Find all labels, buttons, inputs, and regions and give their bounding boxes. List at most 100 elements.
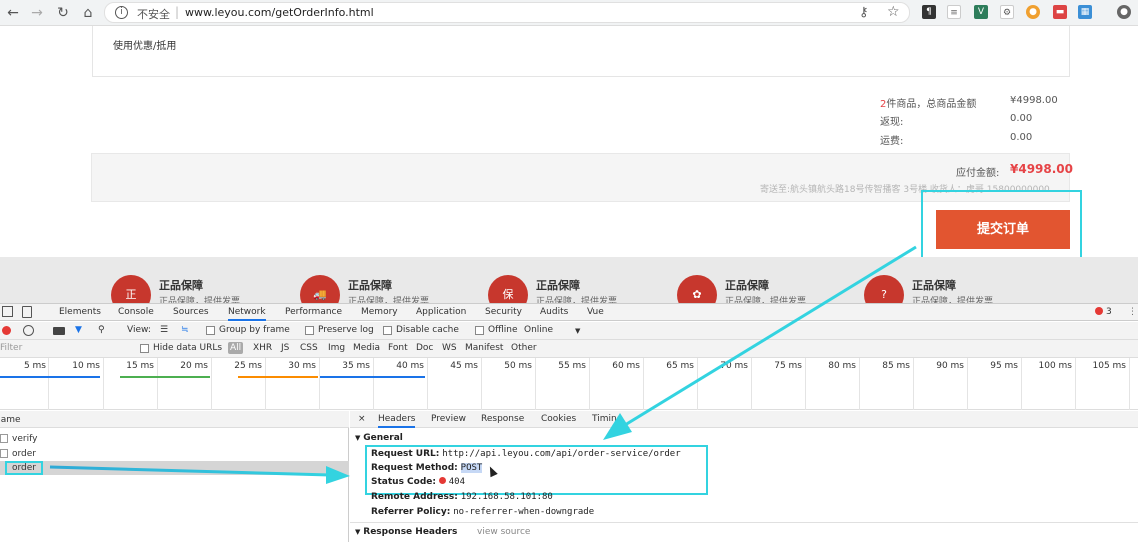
error-icon[interactable] bbox=[1095, 307, 1103, 315]
grid-line bbox=[913, 358, 914, 410]
large-rows-icon[interactable]: ☰ bbox=[160, 325, 168, 335]
clear-icon[interactable] bbox=[23, 325, 34, 336]
back-icon[interactable]: ← bbox=[4, 4, 22, 22]
response-headers-toggle[interactable]: ▼ Response Headers bbox=[355, 527, 457, 537]
offline-checkbox[interactable] bbox=[475, 326, 484, 335]
camera-icon[interactable] bbox=[53, 327, 65, 335]
tab-timing[interactable]: Timing bbox=[592, 414, 622, 424]
general-section-toggle[interactable]: ▼ General bbox=[355, 433, 403, 443]
grid-line bbox=[211, 358, 212, 410]
referrer-policy-label: Referrer Policy: bbox=[371, 507, 451, 517]
submit-order-button[interactable]: 提交订单 bbox=[936, 210, 1070, 249]
close-icon[interactable]: × bbox=[358, 414, 366, 424]
address-bar[interactable]: i 不安全 | www.leyou.com/getOrderInfo.html … bbox=[104, 2, 910, 23]
extension-icon[interactable]: ≡ bbox=[947, 5, 961, 19]
filter-type-manifest[interactable]: Manifest bbox=[465, 343, 503, 353]
url-text[interactable]: www.leyou.com/getOrderInfo.html bbox=[185, 6, 374, 19]
request-row-verify[interactable]: verify bbox=[12, 434, 37, 444]
grid-line bbox=[319, 358, 320, 410]
record-icon[interactable] bbox=[2, 326, 11, 335]
filter-type-css[interactable]: CSS bbox=[300, 343, 318, 353]
grid-line bbox=[751, 358, 752, 410]
tab-preview[interactable]: Preview bbox=[431, 414, 466, 424]
remote-address-row: Remote Address: 192.168.58.101:80 bbox=[371, 492, 553, 502]
shield-icon: 保 bbox=[488, 275, 528, 303]
disable-cache-checkbox[interactable] bbox=[383, 326, 392, 335]
filter-type-img[interactable]: Img bbox=[328, 343, 345, 353]
inspect-icon[interactable] bbox=[2, 306, 13, 317]
tab-response[interactable]: Response bbox=[481, 414, 524, 424]
view-source-link[interactable]: view source bbox=[477, 527, 530, 537]
request-row-order-selected[interactable]: order bbox=[12, 463, 36, 473]
timeline-tick: 55 ms bbox=[558, 361, 586, 371]
filter-type-xhr[interactable]: XHR bbox=[253, 343, 272, 353]
name-column-header[interactable]: Name bbox=[0, 415, 21, 425]
filter-type-doc[interactable]: Doc bbox=[416, 343, 433, 353]
tab-memory[interactable]: Memory bbox=[361, 307, 398, 317]
tab-console[interactable]: Console bbox=[118, 307, 154, 317]
timeline-tick: 15 ms bbox=[126, 361, 154, 371]
preserve-log-checkbox[interactable] bbox=[305, 326, 314, 335]
forward-icon[interactable]: → bbox=[28, 4, 46, 22]
home-icon[interactable]: ⌂ bbox=[79, 4, 97, 22]
star-icon[interactable]: ☆ bbox=[887, 4, 900, 20]
divider bbox=[350, 522, 1138, 523]
reload-icon[interactable]: ↻ bbox=[54, 4, 72, 22]
network-toolbar: ▼ ⚲ View: ☰ ≒ Group by frame Preserve lo… bbox=[0, 322, 1138, 340]
waterfall-icon[interactable]: ≒ bbox=[181, 325, 189, 335]
info-icon[interactable]: i bbox=[115, 6, 128, 19]
tab-network[interactable]: Network bbox=[228, 307, 266, 321]
chevron-down-icon[interactable]: ▼ bbox=[575, 327, 580, 335]
referrer-policy-row: Referrer Policy: no-referrer-when-downgr… bbox=[371, 507, 594, 517]
tab-sources[interactable]: Sources bbox=[173, 307, 209, 317]
filter-type-js[interactable]: JS bbox=[281, 343, 289, 353]
hide-data-urls-checkbox[interactable] bbox=[140, 344, 149, 353]
vue-devtools-icon[interactable]: V bbox=[974, 5, 988, 19]
timeline-tick: 45 ms bbox=[450, 361, 478, 371]
throttling-select[interactable]: Online bbox=[524, 325, 553, 335]
request-row-order[interactable]: order bbox=[12, 449, 36, 459]
network-timeline[interactable]: 5 ms 10 ms 15 ms 20 ms 25 ms 30 ms 35 ms… bbox=[0, 358, 1138, 410]
filter-type-all[interactable]: All bbox=[228, 342, 244, 354]
key-icon[interactable]: ⚷ bbox=[859, 5, 869, 20]
filter-input[interactable]: Filter bbox=[0, 343, 22, 353]
tab-elements[interactable]: Elements bbox=[59, 307, 101, 317]
tab-audits[interactable]: Audits bbox=[540, 307, 568, 317]
group-by-frame-checkbox[interactable] bbox=[206, 326, 215, 335]
timeline-tick: 85 ms bbox=[882, 361, 910, 371]
more-options-icon[interactable]: ⋮ bbox=[1128, 307, 1137, 317]
promo-subtitle: 正品保障，提供发票 bbox=[159, 297, 241, 303]
tab-application[interactable]: Application bbox=[416, 307, 466, 317]
filter-icon[interactable]: ▼ bbox=[75, 325, 82, 335]
selected-row[interactable] bbox=[0, 461, 349, 475]
tab-performance[interactable]: Performance bbox=[285, 307, 342, 317]
filter-type-font[interactable]: Font bbox=[388, 343, 408, 353]
timeline-tick: 70 ms bbox=[720, 361, 748, 371]
timeline-tick: 5 ms bbox=[23, 361, 46, 371]
tab-headers[interactable]: Headers bbox=[378, 414, 416, 428]
device-toolbar-icon[interactable] bbox=[22, 306, 32, 318]
error-count[interactable]: 3 bbox=[1106, 307, 1112, 317]
promo-item: 🚚 正品保障 正品保障，提供发票 bbox=[300, 275, 480, 303]
tab-cookies[interactable]: Cookies bbox=[541, 414, 576, 424]
avatar[interactable]: ● bbox=[1117, 5, 1131, 19]
extension-icon[interactable]: ▬ bbox=[1053, 5, 1067, 19]
tab-security[interactable]: Security bbox=[485, 307, 522, 317]
timeline-bar bbox=[0, 376, 100, 378]
timeline-tick: 105 ms bbox=[1092, 361, 1127, 371]
timeline-bar bbox=[120, 376, 210, 378]
filter-type-ws[interactable]: WS bbox=[442, 343, 457, 353]
extension-icon[interactable]: ¶ bbox=[922, 5, 936, 19]
extension-icon[interactable]: ⚙ bbox=[1000, 5, 1014, 19]
preserve-log-label: Preserve log bbox=[318, 325, 374, 335]
filter-type-media[interactable]: Media bbox=[353, 343, 380, 353]
promo-item: 正 正品保障 正品保障，提供发票 bbox=[111, 275, 291, 303]
grid-line bbox=[805, 358, 806, 410]
tab-vue[interactable]: Vue bbox=[587, 307, 604, 317]
extension-icon[interactable]: ▦ bbox=[1078, 5, 1092, 19]
view-label: View: bbox=[127, 325, 151, 335]
search-icon[interactable]: ⚲ bbox=[98, 325, 105, 335]
promo-title: 正品保障 bbox=[348, 279, 392, 292]
filter-type-other[interactable]: Other bbox=[511, 343, 537, 353]
extension-icon[interactable]: ● bbox=[1026, 5, 1040, 19]
